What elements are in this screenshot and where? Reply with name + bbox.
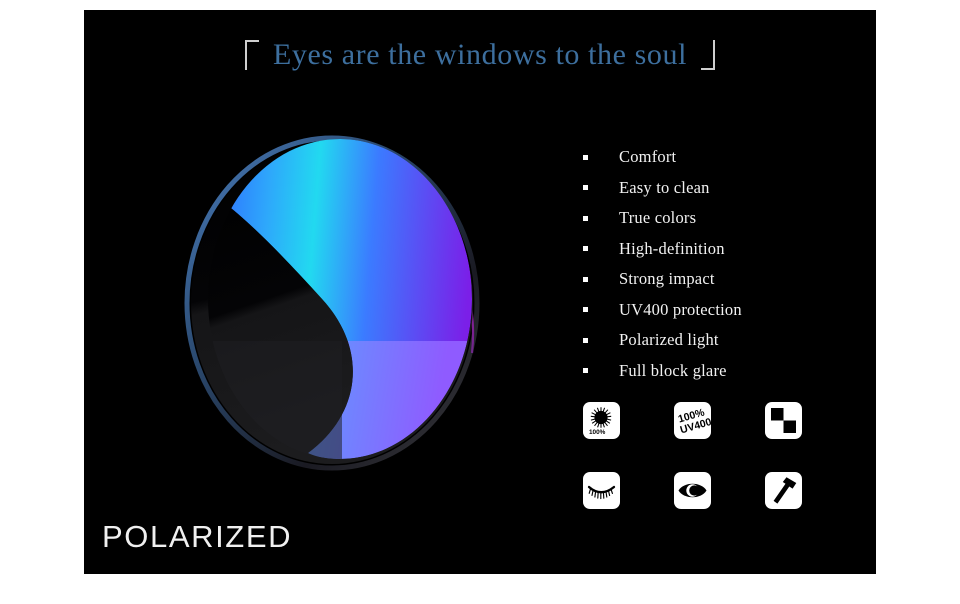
header-title-row: Eyes are the windows to the soul <box>84 38 876 72</box>
uv400-100-percent-icon: 100% UV400 <box>677 406 711 436</box>
right-bracket-icon <box>701 40 716 70</box>
closed-eye-lashes-icon <box>587 485 616 500</box>
list-item: Comfort <box>583 142 876 173</box>
left-bracket-icon <box>244 40 259 70</box>
polarized-lens-illustration <box>172 113 502 483</box>
sunburst-100-percent-icon: 100% <box>589 407 612 436</box>
checkerboard-contrast-icon <box>771 408 796 433</box>
page-title: Eyes are the windows to the soul <box>272 38 688 71</box>
screenshot-root: Eyes are the windows to the soul Comfort… <box>0 0 960 604</box>
badge-open-eye <box>674 472 711 509</box>
badge-row-bottom <box>583 472 876 509</box>
bullet-icon <box>583 368 588 374</box>
badge-impact-resistant <box>765 472 802 509</box>
badge-closed-eye <box>583 472 620 509</box>
badge-100-percent-uv: 100% <box>583 402 620 439</box>
bullet-icon <box>583 185 588 191</box>
list-item: UV400 protection <box>583 295 876 326</box>
open-eye-icon <box>678 483 707 498</box>
bullet-icon <box>583 337 588 343</box>
feature-label: High-definition <box>619 238 725 258</box>
bullet-icon <box>583 154 588 160</box>
list-item: High-definition <box>583 234 876 265</box>
feature-label: UV400 protection <box>619 299 742 319</box>
bullet-icon <box>583 246 588 252</box>
certification-badge-grid: 100% 100% UV400 <box>583 402 876 509</box>
feature-label: Strong impact <box>619 269 715 289</box>
badge-uv400: 100% UV400 <box>674 402 711 439</box>
feature-list: Comfort Easy to clean True colors High-d… <box>583 142 876 386</box>
list-item: True colors <box>583 203 876 234</box>
feature-label: Easy to clean <box>619 177 710 197</box>
list-item: Full block glare <box>583 356 876 387</box>
list-item: Easy to clean <box>583 173 876 204</box>
feature-label: Comfort <box>619 147 677 167</box>
list-item: Polarized light <box>583 325 876 356</box>
bullet-icon <box>583 307 588 313</box>
list-item: Strong impact <box>583 264 876 295</box>
badge-caption: 100% <box>589 429 606 436</box>
hammer-impact-icon <box>773 477 797 504</box>
badge-row-top: 100% 100% UV400 <box>583 402 876 439</box>
feature-label: True colors <box>619 208 697 228</box>
bullet-icon <box>583 215 588 221</box>
badge-contrast <box>765 402 802 439</box>
product-feature-panel: Eyes are the windows to the soul Comfort… <box>84 10 876 574</box>
polarized-wordmark: POLARIZED <box>102 519 293 554</box>
feature-label: Full block glare <box>619 360 727 380</box>
bullet-icon <box>583 276 588 282</box>
feature-label: Polarized light <box>619 330 719 350</box>
